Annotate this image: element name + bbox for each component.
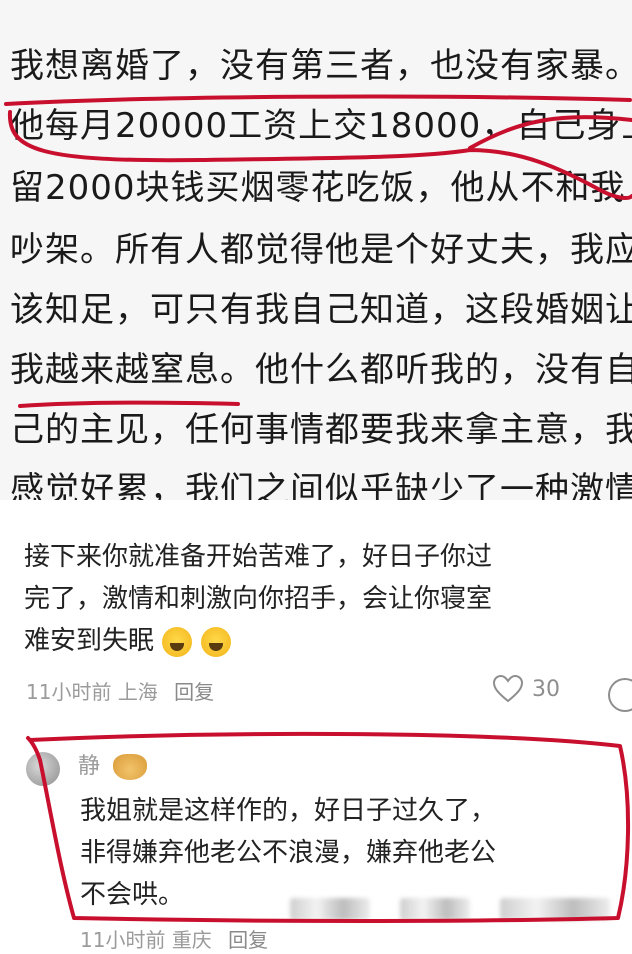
comment1-line-3: 难安到失眠 [24, 624, 231, 658]
post-line-5: 该知足，可只有我自己知道，这段婚姻让 [10, 290, 632, 330]
post-line-3: 留2000块钱买烟零花吃饭，他从不和我 [10, 168, 626, 208]
comment2-time: 11小时前 [80, 928, 166, 952]
post-line-7: 己的主见，任何事情都要我来拿主意，我 [10, 410, 632, 450]
comment2-line-3: 不会哄。 [80, 880, 185, 910]
comment2-meta: 11小时前 重庆 回复 [80, 928, 268, 952]
blurred-region [400, 898, 470, 920]
comment1-line-1: 接下来你就准备开始苦难了，好日子你过 [24, 542, 493, 572]
comment-more-icon[interactable] [608, 678, 632, 712]
comment2-line-2: 非得嫌弃他老公不浪漫，嫌弃他老公 [80, 838, 497, 868]
comment2-username[interactable]: 静 [78, 754, 100, 779]
post-line-6: 我越来越窒息。他什么都听我的，没有自 [10, 350, 632, 390]
comment1-location: 上海 [117, 680, 158, 704]
post-line-8: 感觉好累，我们之间似乎缺少了一种激情 [10, 470, 632, 500]
comment2-line-1: 我姐就是这样作的，好日子过久了， [80, 796, 497, 826]
comment2-location: 重庆 [171, 928, 212, 952]
blurred-region [290, 898, 370, 920]
comment1-like-button[interactable]: 30 [492, 674, 560, 704]
laughing-cry-emoji-icon [200, 626, 231, 657]
comment2-avatar[interactable] [26, 752, 60, 786]
post-line-1: 我想离婚了，没有第三者，也没有家暴。 [10, 46, 632, 86]
cat-emoji-icon [113, 754, 148, 780]
post-line-2: 他每月20000工资上交18000，自己身上 [10, 106, 632, 146]
comment1-like-count: 30 [532, 676, 560, 702]
laughing-cry-emoji-icon [162, 626, 193, 657]
comment-section: 接下来你就准备开始苦难了，好日子你过 完了，激情和刺激向你招手，会让你寝室 难安… [0, 508, 632, 954]
heart-icon [492, 674, 524, 704]
comment1-reply-button[interactable]: 回复 [174, 680, 214, 704]
post-screenshot: 我想离婚了，没有第三者，也没有家暴。 他每月20000工资上交18000，自己身… [0, 0, 632, 500]
red-underline-2 [18, 400, 240, 408]
post-line-4: 吵架。所有人都觉得他是个好丈夫，我应 [10, 230, 632, 270]
comment2-username-row: 静 [78, 748, 148, 780]
blurred-region [500, 898, 610, 920]
comment1-line-2: 完了，激情和刺激向你招手，会让你寝室 [24, 584, 493, 614]
comment1-time: 11小时前 [26, 680, 112, 704]
comment1-meta: 11小时前 上海 回复 [26, 680, 214, 704]
screenshot-divider [0, 500, 632, 508]
comment2-reply-button[interactable]: 回复 [228, 928, 268, 952]
red-underline-1 [4, 94, 632, 106]
